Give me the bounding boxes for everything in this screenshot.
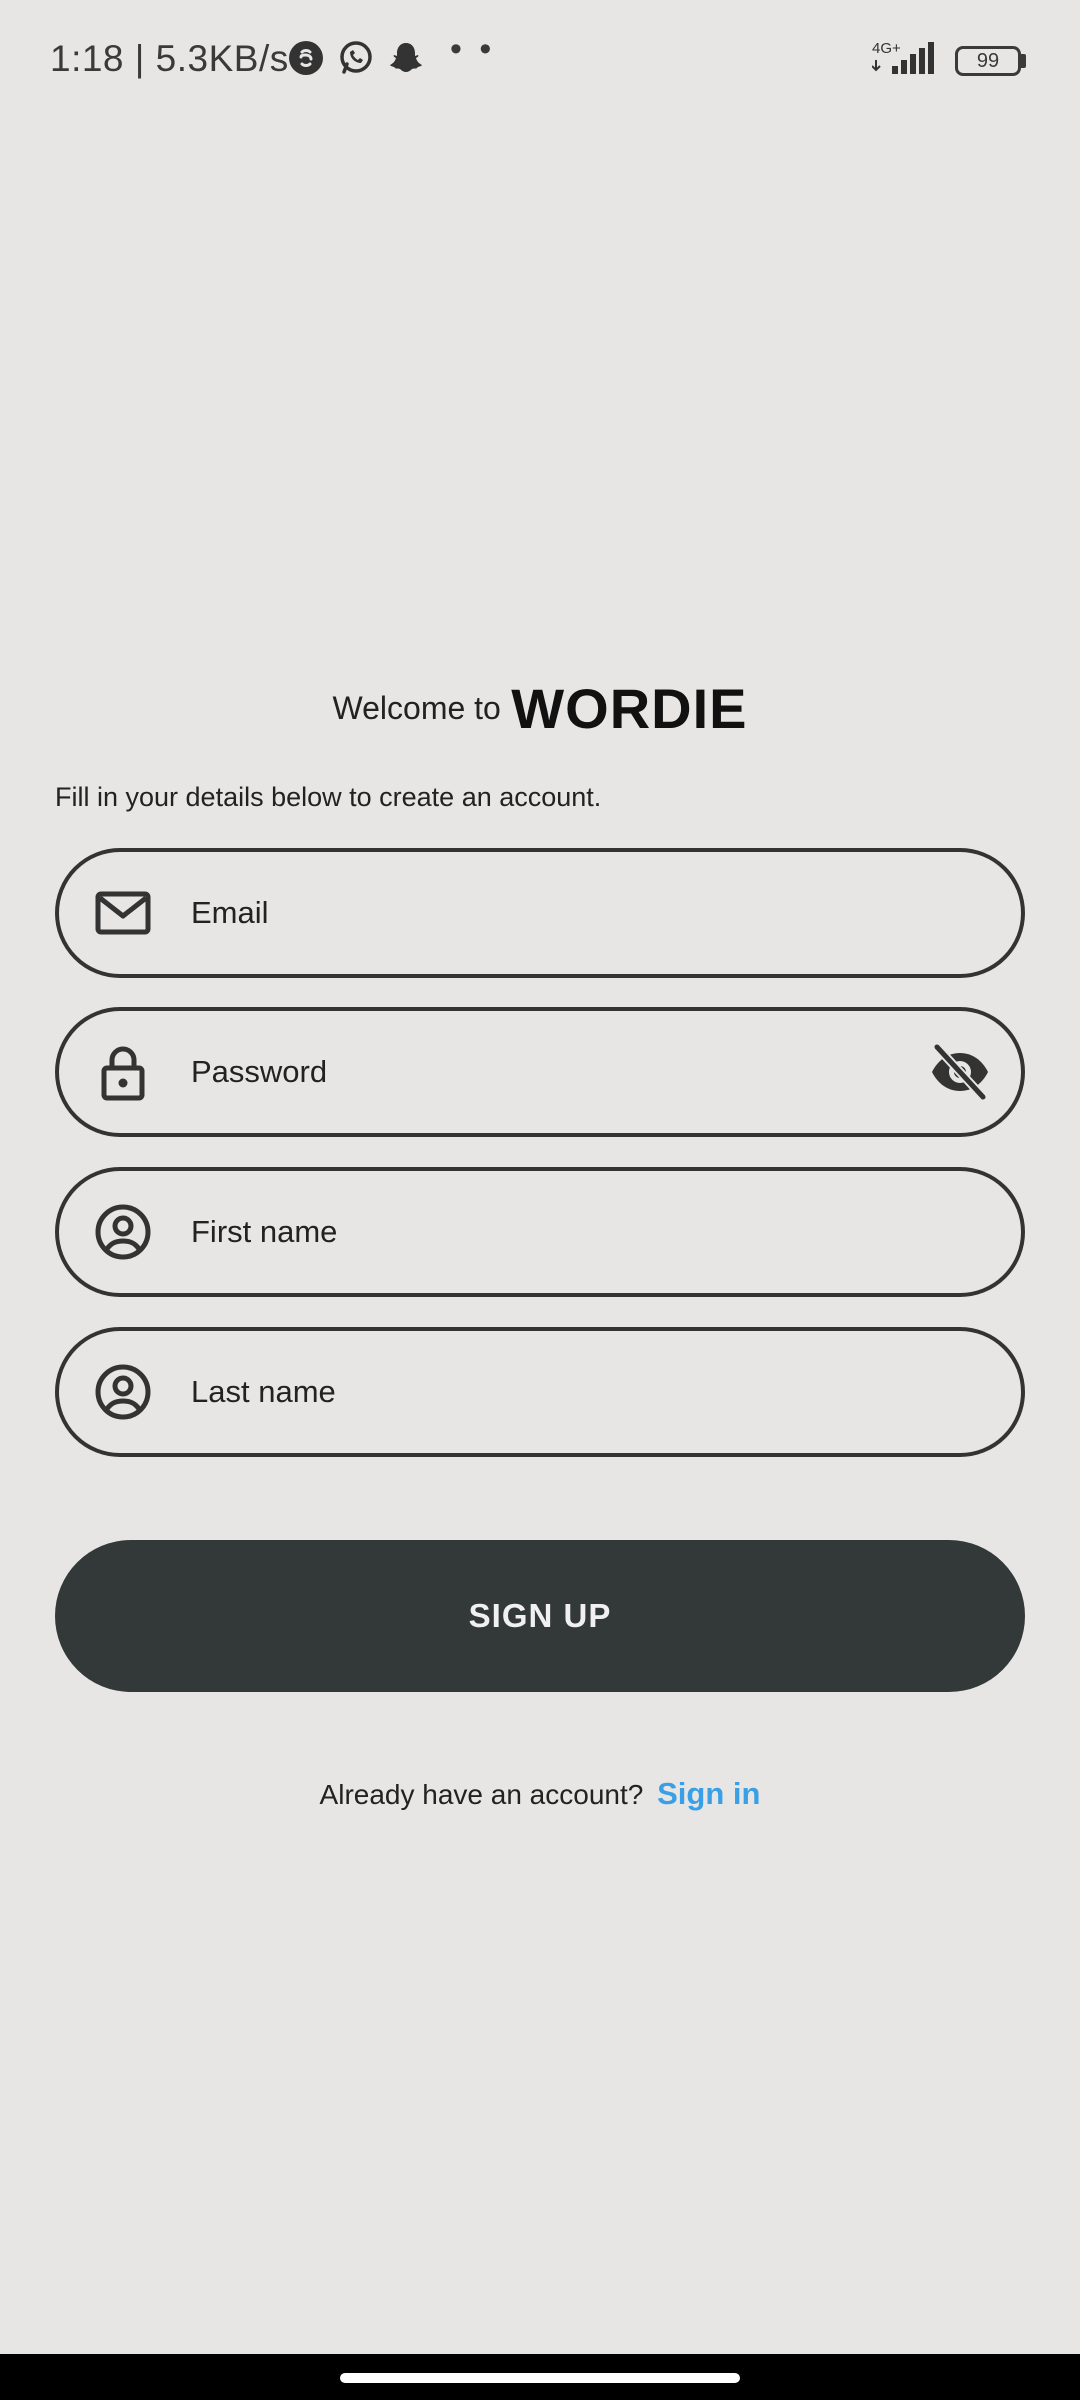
account-circle-icon xyxy=(95,1204,151,1260)
last-name-field[interactable]: Last name xyxy=(55,1327,1025,1457)
password-placeholder: Password xyxy=(191,1054,328,1089)
network-type: 4G+ xyxy=(872,40,901,57)
first-name-placeholder: First name xyxy=(191,1214,338,1249)
battery-tip xyxy=(1021,54,1026,68)
status-bar: 1:18 | 5.3KB/s • • 4G+ 99 xyxy=(0,0,1080,120)
battery-level: 99 xyxy=(976,49,1000,72)
lock-icon xyxy=(101,1046,145,1101)
snapchat-icon xyxy=(390,43,422,72)
welcome-heading: Welcome to WORDIE xyxy=(0,676,1080,741)
mail-icon xyxy=(95,891,151,935)
sign-in-link[interactable]: Sign in xyxy=(657,1776,760,1811)
first-name-field[interactable]: First name xyxy=(55,1167,1025,1297)
subtitle: Fill in your details below to create an … xyxy=(55,782,602,812)
battery-indicator: 99 xyxy=(955,46,1021,76)
shazam-icon xyxy=(289,41,323,75)
signal-icon: 4G+ xyxy=(872,40,934,74)
password-field[interactable]: Password xyxy=(55,1007,1025,1137)
sign-in-row: Already have an account? Sign in xyxy=(0,1776,1080,1812)
email-placeholder: Email xyxy=(191,895,269,930)
home-gesture-handle[interactable] xyxy=(340,2373,740,2383)
sign-up-label: SIGN UP xyxy=(468,1597,612,1634)
sign-up-button[interactable]: SIGN UP xyxy=(55,1540,1025,1692)
visibility-off-icon[interactable] xyxy=(929,1041,991,1103)
brand-name: WORDIE xyxy=(511,677,748,740)
more-notifications: • • xyxy=(450,30,496,68)
whatsapp-icon xyxy=(340,41,372,74)
last-name-placeholder: Last name xyxy=(191,1374,336,1409)
email-field[interactable]: Email xyxy=(55,848,1025,978)
welcome-prefix: Welcome to xyxy=(332,690,501,726)
sign-in-prompt: Already have an account? xyxy=(319,1779,644,1810)
status-time-speed: 1:18 | 5.3KB/s xyxy=(50,38,289,79)
account-circle-icon xyxy=(95,1364,151,1420)
